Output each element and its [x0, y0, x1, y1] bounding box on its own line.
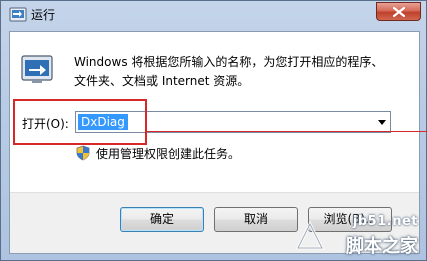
chevron-down-icon [378, 120, 386, 125]
titlebar[interactable]: 运行 [1, 1, 426, 31]
watermark-name: 脚本之家 [346, 236, 418, 257]
watermark-logo-icon [292, 218, 330, 256]
run-icon [9, 7, 27, 23]
shield-icon [76, 145, 90, 161]
run-dialog: 运行 Windows 将根据您所输入的名称，为您打开相应的程序、 文件夹、文档或… [0, 0, 427, 261]
admin-note: 使用管理权限创建此任务。 [96, 147, 241, 161]
close-button[interactable] [376, 2, 421, 21]
cancel-button[interactable]: 取消 [214, 207, 298, 232]
description-text: Windows 将根据您所输入的名称，为您打开相应的程序、 文件夹、文档或 In… [74, 55, 384, 88]
ok-button[interactable]: 确定 [120, 207, 204, 232]
close-icon [393, 7, 405, 17]
highlight-annotation [13, 99, 147, 145]
annotation-line [147, 131, 427, 132]
run-program-icon [20, 52, 54, 86]
watermark: jb51.net 脚本之家 [292, 212, 422, 258]
window-title: 运行 [31, 8, 56, 22]
dropdown-button[interactable] [374, 112, 390, 132]
watermark-url: jb51.net [352, 214, 418, 229]
